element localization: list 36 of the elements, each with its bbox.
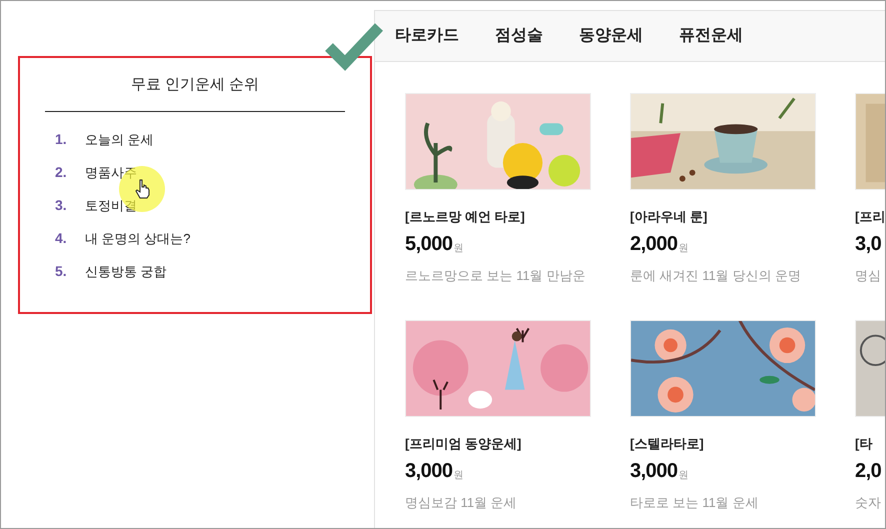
product-price: 2,0 <box>855 458 882 484</box>
hand-cursor-icon <box>135 179 151 199</box>
product-title[interactable]: [프리 <box>855 207 885 226</box>
ranking-link[interactable]: 오늘의 운세 <box>85 130 154 150</box>
currency-unit: 원 <box>678 468 689 482</box>
rank-number: 1. <box>55 130 68 149</box>
panel-title: 무료 인기운세 순위 <box>130 75 260 95</box>
product-title[interactable]: [르노르망 예언 타로] <box>405 207 591 226</box>
ranking-link[interactable]: 신통방통 궁합 <box>85 262 167 282</box>
category-tab[interactable]: 타로카드 <box>395 24 459 48</box>
currency-unit: 원 <box>678 242 689 256</box>
rank-number: 2. <box>55 163 68 182</box>
rank-number: 4. <box>55 229 68 248</box>
product-description: 룬에 새겨진 11월 당신의 운명 <box>630 266 802 284</box>
ranking-link[interactable]: 내 운명의 상대는? <box>85 228 190 248</box>
product-title[interactable]: [스텔라타로] <box>630 434 816 454</box>
currency-unit: 원 <box>454 242 464 256</box>
product-price: 3,000 <box>405 458 453 484</box>
product-price: 3,000 <box>630 458 678 484</box>
product-title[interactable]: [아라우네 룬] <box>630 207 816 226</box>
product-description: 명심보감 11월 운세 <box>405 494 518 512</box>
product-title[interactable]: [프리미엄 동양운세] <box>405 434 591 454</box>
product-description: 숫자 <box>855 494 882 512</box>
product-title[interactable]: [타 <box>855 434 885 454</box>
rank-number: 3. <box>55 196 68 215</box>
product-price: 3,0 <box>855 232 882 256</box>
category-tab[interactable]: 점성술 <box>495 24 543 48</box>
rank-number: 5. <box>55 262 68 281</box>
category-tab[interactable]: 퓨전운세 <box>679 24 743 48</box>
product-price: 5,000 <box>405 232 453 256</box>
product-price: 2,000 <box>630 232 678 256</box>
currency-unit: 원 <box>454 468 464 482</box>
product-description: 명심 <box>855 266 882 284</box>
product-description: 르노르망으로 보는 11월 만남운 <box>405 266 586 284</box>
category-tab[interactable]: 동양운세 <box>579 24 643 48</box>
product-description: 타로로 보는 11월 운세 <box>630 494 760 512</box>
